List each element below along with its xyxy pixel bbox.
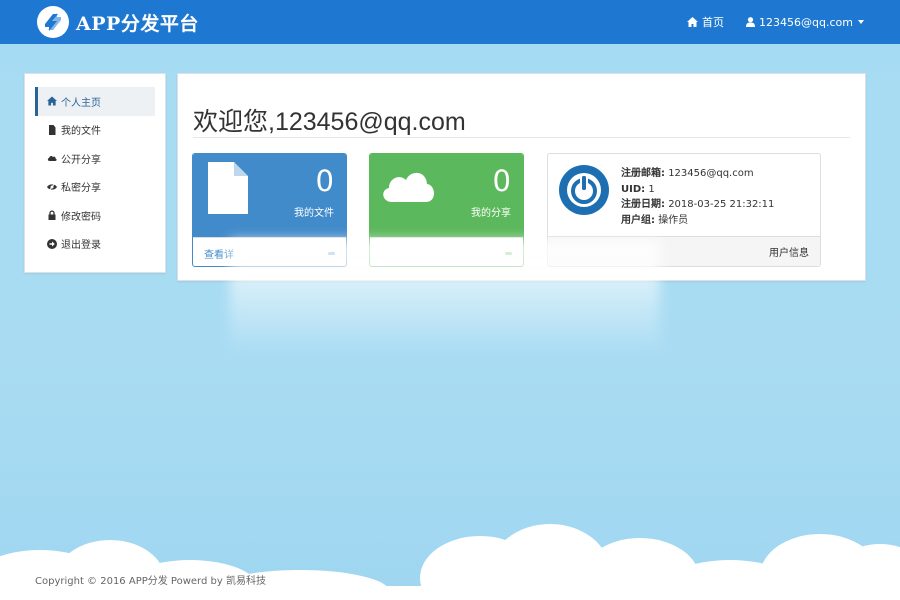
sidebar-item-label: 个人主页 [61, 97, 101, 109]
user-info-card: 注册邮箱: 123456@qq.com UID: 1 注册日期: 2018-03… [547, 153, 821, 267]
my-shares-label: 我的分享 [471, 208, 511, 219]
brand-logo-icon [37, 6, 69, 38]
my-shares-detail-link[interactable] [370, 237, 523, 266]
sidebar-item-label: 公开分享 [61, 154, 101, 166]
sidebar-item-public-share[interactable]: 公开分享 [35, 144, 155, 173]
page-title: 欢迎您,123456@qq.com [193, 108, 466, 136]
sidebar-item-private-share[interactable]: 私密分享 [35, 173, 155, 202]
footer-copyright: Copyright © 2016 APP分发 Powerd by 凯易科技 [35, 576, 266, 587]
my-files-count: 0 [315, 164, 334, 198]
user-info-link-label: 用户信息 [769, 248, 809, 259]
register-date-label: 注册日期: [621, 199, 665, 210]
cloud-icon [47, 156, 57, 162]
uid-label: UID: [621, 183, 646, 195]
eye-slash-icon [47, 182, 57, 192]
sidebar-item-change-password[interactable]: 修改密码 [35, 201, 155, 230]
top-navbar: APP分发平台 首页 123456@qq.com [0, 0, 900, 44]
home-icon [687, 17, 699, 27]
sidebar-item-my-files[interactable]: 我的文件 [35, 116, 155, 145]
my-shares-card: 0 我的分享 [369, 153, 524, 267]
brand-link[interactable]: APP分发平台 [36, 5, 199, 39]
lock-icon [48, 210, 56, 221]
user-icon [746, 17, 756, 27]
user-details: 注册邮箱: 123456@qq.com UID: 1 注册日期: 2018-03… [621, 166, 774, 228]
arrow-right-icon [505, 251, 512, 255]
sidebar: 个人主页 我的文件 公开分享 私密分享 修改密码 退出登录 [24, 73, 166, 273]
register-date-value: 2018-03-25 21:32:11 [668, 199, 775, 210]
email-value: 123456@qq.com [668, 168, 754, 179]
email-label: 注册邮箱: [621, 168, 665, 179]
user-menu-label: 123456@qq.com [759, 15, 853, 29]
file-icon [208, 162, 248, 214]
main-panel: 欢迎您,123456@qq.com 0 我的文件 查看详 0 我的分享 注册邮箱… [177, 73, 866, 281]
sidebar-item-label: 私密分享 [61, 183, 101, 195]
title-divider [193, 137, 850, 138]
nav-home-link[interactable]: 首页 [687, 14, 724, 30]
user-info-link[interactable]: 用户信息 [548, 236, 820, 266]
nav-home-label: 首页 [702, 16, 725, 29]
avatar [559, 165, 609, 215]
sidebar-item-label: 我的文件 [61, 126, 101, 138]
arrow-right-icon [328, 251, 335, 255]
sidebar-item-label: 退出登录 [61, 240, 101, 252]
chevron-down-icon [858, 20, 864, 24]
sidebar-item-home[interactable]: 个人主页 [35, 87, 155, 116]
sidebar-item-logout[interactable]: 退出登录 [35, 230, 155, 259]
user-menu-dropdown[interactable]: 123456@qq.com [746, 16, 864, 29]
my-shares-count: 0 [492, 164, 511, 198]
file-icon [49, 124, 56, 135]
sidebar-item-label: 修改密码 [61, 211, 101, 223]
brand-title: APP分发平台 [76, 12, 199, 35]
uid-value: 1 [648, 183, 655, 195]
cloud-icon [383, 172, 434, 202]
home-icon [47, 96, 57, 106]
my-files-label: 我的文件 [294, 208, 334, 219]
user-group-value: 操作员 [658, 214, 689, 226]
my-files-card: 0 我的文件 查看详 [192, 153, 347, 267]
my-files-detail-link[interactable]: 查看详 [193, 237, 346, 266]
user-group-label: 用户组: [621, 214, 655, 226]
my-files-detail-label: 查看详 [204, 249, 234, 261]
arrow-circle-icon [47, 238, 57, 249]
